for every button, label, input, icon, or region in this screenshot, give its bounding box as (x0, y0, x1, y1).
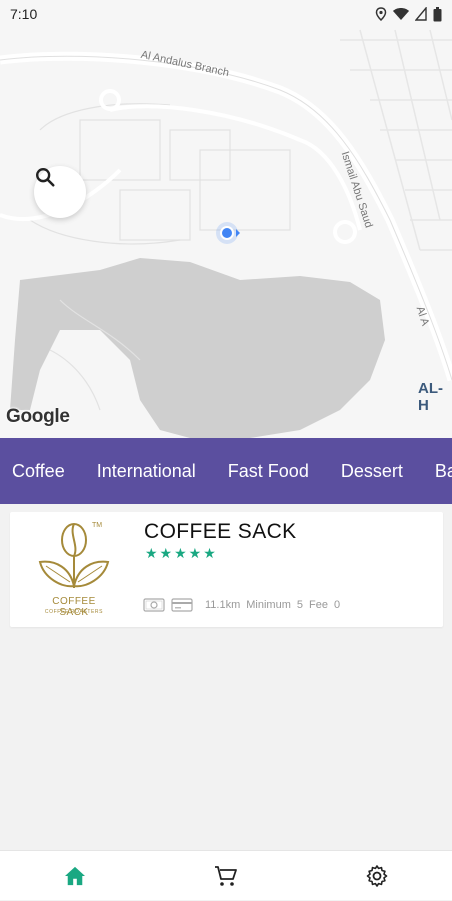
category-international[interactable]: International (81, 461, 212, 482)
cart-icon (214, 865, 237, 886)
nav-cart-button[interactable] (196, 851, 256, 901)
store-fee-label: Fee (309, 599, 328, 611)
location-icon (375, 7, 387, 21)
nav-home-button[interactable] (45, 851, 105, 901)
map-search-button[interactable] (34, 166, 86, 218)
store-minimum-label: Minimum (246, 599, 291, 611)
nav-settings-button[interactable] (347, 851, 407, 901)
gear-icon (366, 864, 387, 887)
map-view[interactable]: Al Andalus Branch Ismail Abu Saud Al A A… (0, 0, 452, 438)
category-fast-food[interactable]: Fast Food (212, 461, 325, 482)
search-icon (36, 168, 55, 187)
google-logo: Google (6, 406, 70, 427)
status-time: 7:10 (10, 6, 38, 22)
category-dessert[interactable]: Dessert (325, 461, 419, 482)
store-logo: TM COFFEE SACK COFFEE ROASTERS (36, 518, 112, 622)
wifi-icon (393, 8, 409, 20)
home-icon (65, 866, 86, 885)
status-icons (375, 6, 442, 22)
logo-tm: TM (92, 522, 103, 529)
credit-card-icon (171, 598, 193, 612)
store-minimum-value: 5 (296, 599, 304, 611)
store-meta: 11.1km Minimum 5 Fee 0 (143, 598, 340, 612)
status-bar: 7:10 (0, 0, 452, 28)
category-coffee[interactable]: Coffee (0, 461, 81, 482)
map-label-al-h: AL-H (418, 380, 443, 414)
battery-icon (433, 6, 442, 21)
bottom-nav (0, 850, 452, 900)
logo-subtext: COFFEE ROASTERS (44, 609, 104, 615)
store-fee-value: 0 (333, 599, 341, 611)
category-ba[interactable]: Ba (419, 461, 452, 482)
signal-icon (415, 7, 427, 21)
store-name: COFFEE SACK (144, 520, 297, 543)
category-bar[interactable]: Coffee International Fast Food Dessert B… (0, 438, 452, 504)
store-card[interactable]: TM COFFEE SACK COFFEE ROASTERS COFFEE SA… (10, 512, 443, 627)
store-rating-stars: ★★★★★ (145, 545, 218, 561)
store-distance: 11.1km (205, 599, 241, 611)
cash-icon (143, 598, 165, 612)
